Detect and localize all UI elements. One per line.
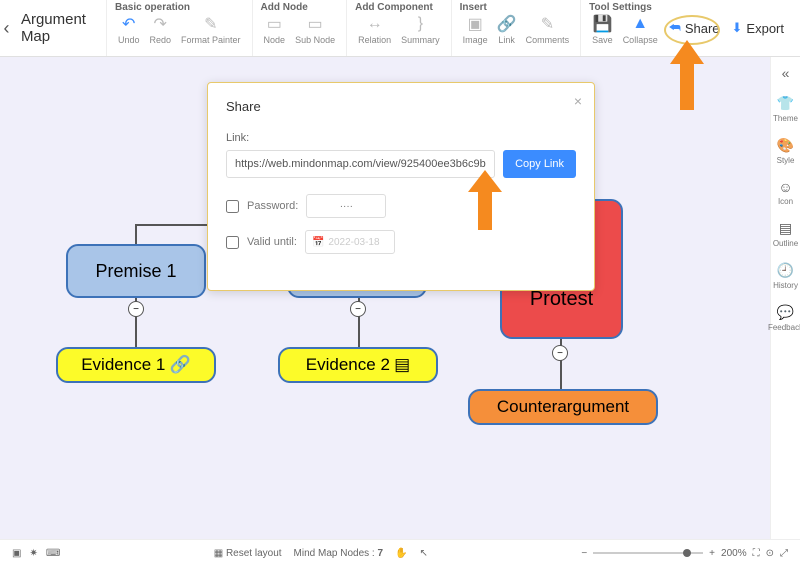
- summary-icon: }: [411, 15, 429, 33]
- zoom-level: 200%: [721, 548, 747, 559]
- password-input[interactable]: [306, 194, 386, 218]
- export-icon: ⬇: [732, 20, 743, 36]
- status-bar: ▣ ✷ ⌨ ▦ Reset layout Mind Map Nodes : 7 …: [0, 539, 800, 566]
- share-modal: Share × Link: Copy Link Password: Valid …: [207, 82, 595, 291]
- cursor-icon[interactable]: ↖: [420, 548, 428, 559]
- link-label: Link:: [226, 132, 576, 144]
- feedback-icon: 💬: [777, 304, 794, 321]
- theme-icon: 👕: [777, 95, 794, 112]
- save-icon: 💾: [593, 15, 611, 33]
- password-checkbox[interactable]: [226, 200, 239, 213]
- sub-node-icon: ▭: [306, 15, 324, 33]
- footer-icon[interactable]: ▣: [12, 548, 21, 559]
- link-icon: 🔗: [498, 15, 516, 33]
- icon-icon: ☺: [778, 179, 792, 195]
- footer-icon[interactable]: ✷: [29, 548, 37, 559]
- calendar-icon: 📅: [312, 237, 324, 248]
- reset-layout-button[interactable]: ▦ Reset layout: [214, 548, 282, 559]
- relation-button[interactable]: ↔Relation: [355, 15, 394, 45]
- valid-until-label: Valid until:: [247, 236, 297, 248]
- sidebar-outline[interactable]: ▤Outline: [768, 220, 800, 248]
- zoom-out-button[interactable]: −: [581, 548, 587, 559]
- node-evidence-1[interactable]: Evidence 1 🔗: [56, 347, 216, 383]
- fullscreen-icon[interactable]: ⤢: [780, 548, 788, 559]
- node-evidence-2[interactable]: Evidence 2 ▤: [278, 347, 438, 383]
- center-icon[interactable]: ⊙: [766, 548, 774, 559]
- collapse-sidebar-icon[interactable]: «: [782, 65, 790, 81]
- footer-icon[interactable]: ⌨: [46, 548, 60, 559]
- comments-icon: ✎: [538, 15, 556, 33]
- relation-icon: ↔: [366, 15, 384, 33]
- modal-title: Share: [226, 99, 576, 114]
- password-label: Password:: [247, 200, 298, 212]
- export-button[interactable]: ⬇ Export: [732, 20, 784, 36]
- format-painter-icon: ✎: [202, 15, 220, 33]
- node-count: Mind Map Nodes : 7: [294, 548, 384, 559]
- collapse-toggle[interactable]: −: [350, 301, 366, 317]
- zoom-in-button[interactable]: +: [709, 548, 715, 559]
- format-painter-button[interactable]: ✎Format Painter: [178, 15, 244, 45]
- group-label: Add Component: [355, 2, 443, 13]
- group-label: Basic operation: [115, 2, 244, 13]
- outline-icon: ▤: [779, 220, 792, 237]
- save-button[interactable]: 💾Save: [589, 15, 616, 45]
- sidebar-feedback[interactable]: 💬Feedback: [768, 304, 800, 332]
- sub-node-button[interactable]: ▭Sub Node: [292, 15, 338, 45]
- back-button[interactable]: ‹: [0, 18, 13, 39]
- comments-button[interactable]: ✎Comments: [523, 15, 573, 45]
- image-icon: ▣: [466, 15, 484, 33]
- sidebar-style[interactable]: 🎨Style: [768, 137, 800, 165]
- valid-until-checkbox[interactable]: [226, 236, 239, 249]
- zoom-slider[interactable]: [593, 552, 703, 554]
- collapse-toggle[interactable]: −: [552, 345, 568, 361]
- collapse-button[interactable]: ▲Collapse: [620, 15, 661, 45]
- link-button[interactable]: 🔗Link: [495, 15, 519, 45]
- connector: [135, 224, 137, 244]
- pan-icon[interactable]: ✋: [395, 548, 407, 559]
- sidebar-theme[interactable]: 👕Theme: [768, 95, 800, 123]
- share-label: Share: [685, 21, 720, 36]
- note-icon: ▤: [394, 355, 410, 375]
- fit-icon[interactable]: ⛶: [753, 548, 760, 559]
- style-icon: 🎨: [777, 137, 794, 154]
- sidebar-history[interactable]: 🕘History: [768, 262, 800, 290]
- collapse-toggle[interactable]: −: [128, 301, 144, 317]
- share-button[interactable]: ⮪ Share: [669, 20, 720, 36]
- group-label: Add Node: [261, 2, 339, 13]
- image-button[interactable]: ▣Image: [460, 15, 491, 45]
- node-premise-1[interactable]: Premise 1: [66, 244, 206, 298]
- undo-icon: ↶: [120, 15, 138, 33]
- right-sidebar: « 👕Theme 🎨Style ☺Icon ▤Outline 🕘History 💬Feed…: [770, 57, 800, 539]
- undo-button[interactable]: ↶Undo: [115, 15, 143, 45]
- close-icon[interactable]: ×: [574, 93, 582, 109]
- group-label: Insert: [460, 2, 573, 13]
- summary-button[interactable]: }Summary: [398, 15, 443, 45]
- valid-until-input[interactable]: 📅2022-03-18: [305, 230, 395, 254]
- collapse-icon: ▲: [631, 15, 649, 33]
- redo-icon: ↷: [151, 15, 169, 33]
- export-label: Export: [746, 21, 784, 36]
- sidebar-icon[interactable]: ☺Icon: [768, 179, 800, 206]
- share-icon: ⮪: [669, 20, 681, 36]
- history-icon: 🕘: [777, 262, 794, 279]
- group-label: Tool Settings: [589, 2, 661, 13]
- page-title: Argument Map: [21, 11, 86, 45]
- link-icon: 🔗: [170, 355, 191, 375]
- redo-button[interactable]: ↷Redo: [147, 15, 175, 45]
- node-icon: ▭: [265, 15, 283, 33]
- copy-link-button[interactable]: Copy Link: [503, 150, 576, 178]
- node-button[interactable]: ▭Node: [261, 15, 289, 45]
- node-counterargument[interactable]: Counterargument: [468, 389, 658, 425]
- share-link-input[interactable]: [226, 150, 495, 178]
